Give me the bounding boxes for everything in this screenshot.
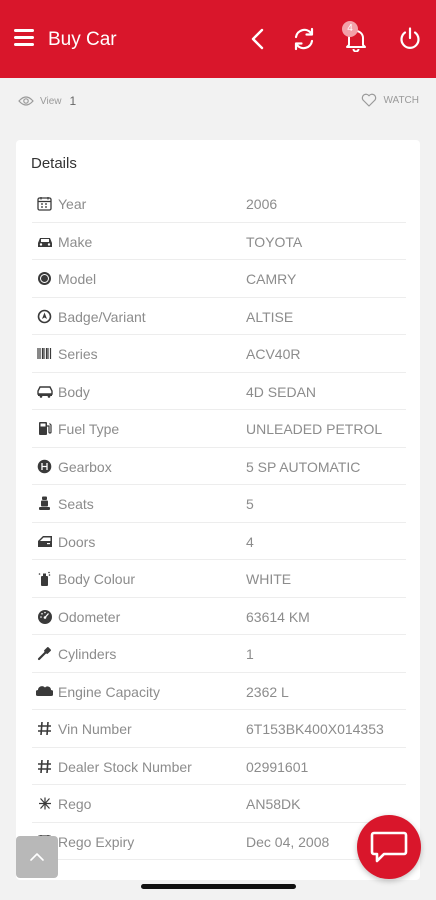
home-indicator[interactable] [141, 884, 296, 889]
eye-icon [18, 96, 34, 106]
detail-value: TOYOTA [246, 233, 303, 250]
detail-label: Series [58, 346, 98, 362]
detail-row-rego-expiry: Rego Expiry Dec 04, 2008 [32, 823, 406, 860]
detail-label: Rego Expiry [58, 833, 135, 850]
detail-label: Vin Number [58, 721, 132, 737]
details-heading: Details [31, 155, 77, 172]
detail-row-body-colour: Body Colour WHITE [32, 560, 406, 598]
chat-bubble-icon [370, 831, 408, 863]
paint-spray-icon [36, 570, 53, 587]
detail-label: Make [58, 233, 93, 250]
view-count: 1 [69, 94, 77, 108]
notification-badge: 4 [342, 21, 358, 37]
detail-label: Dealer Stock Number [58, 758, 192, 775]
detail-value: 5 SP AUTOMATIC [246, 458, 361, 475]
detail-row-body: Body 4D SEDAN [32, 373, 406, 410]
detail-value: ALTISE [246, 308, 294, 325]
calendar-icon [36, 195, 53, 212]
detail-value: WHITE [246, 571, 292, 587]
detail-row-cylinders: Cylinders 1 [32, 635, 406, 673]
watch-button[interactable]: WATCH [361, 93, 419, 107]
detail-value: AN58DK [246, 796, 301, 812]
watch-label: WATCH [383, 94, 419, 106]
barcode-icon [36, 345, 53, 362]
fuel-pump-icon [36, 420, 53, 437]
power-icon [400, 27, 420, 49]
detail-row-fuel-type: Fuel Type UNLEADED PETROL [32, 410, 406, 448]
detail-label: Rego [58, 796, 92, 812]
detail-label: Engine Capacity [58, 683, 160, 700]
car-body-icon [36, 383, 53, 400]
detail-value: UNLEADED PETROL [246, 421, 383, 437]
detail-value: 2006 [246, 196, 278, 212]
detail-label: Gearbox [58, 458, 112, 475]
refresh-icon [294, 27, 314, 51]
menu-icon[interactable] [14, 29, 34, 49]
detail-row-engine-capacity: Engine Capacity 2362 L [32, 673, 406, 710]
detail-value: 2362 L [246, 683, 289, 700]
detail-value: Dec 04, 2008 [246, 833, 330, 850]
scroll-to-top-button[interactable] [16, 836, 58, 878]
detail-label: Body [58, 383, 90, 400]
detail-label: Model [58, 271, 97, 287]
detail-row-odometer: Odometer 63614 KM [32, 598, 406, 635]
detail-label: Fuel Type [58, 421, 120, 437]
detail-value: CAMRY [246, 271, 297, 287]
notifications-button[interactable]: 4 [341, 21, 371, 54]
detail-row-model: Model CAMRY [32, 260, 406, 298]
power-button[interactable] [395, 24, 425, 54]
detail-row-year: Year 2006 [32, 185, 406, 223]
detail-label: Badge/Variant [58, 308, 146, 325]
detail-label: Body Colour [58, 571, 136, 587]
detail-row-doors: Doors 4 [32, 523, 406, 560]
detail-label: Seats [58, 496, 94, 512]
detail-row-seats: Seats 5 [32, 485, 406, 523]
car-icon [36, 233, 53, 250]
detail-value: ACV40R [246, 346, 301, 362]
detail-value: 63614 KM [246, 608, 310, 625]
heart-icon [362, 93, 377, 107]
detail-label: Year [58, 196, 87, 212]
gearbox-icon [36, 458, 53, 475]
details-card: Details Year 2006 Make TOYOTA Model CAMR… [16, 140, 420, 880]
chat-button[interactable] [357, 815, 421, 879]
back-button[interactable] [243, 24, 273, 54]
detail-value: 02991601 [246, 758, 309, 775]
badge-variant-icon [36, 308, 53, 325]
chevron-up-icon [30, 853, 44, 861]
detail-row-make: Make TOYOTA [32, 223, 406, 260]
detail-label: Doors [58, 533, 96, 550]
detail-row-rego: Rego AN58DK [32, 785, 406, 823]
detail-row-badge-variant: Badge/Variant ALTISE [32, 298, 406, 335]
seat-icon [36, 495, 53, 512]
odometer-icon [36, 608, 53, 625]
detail-row-gearbox: Gearbox 5 SP AUTOMATIC [32, 448, 406, 485]
detail-label: Cylinders [58, 646, 117, 662]
detail-label: Odometer [58, 608, 121, 625]
detail-row-vin-number: Vin Number 6T153BK400X014353 [32, 710, 406, 748]
hash-icon [36, 720, 53, 737]
detail-value: 6T153BK400X014353 [246, 721, 384, 737]
refresh-button[interactable] [289, 24, 319, 54]
detail-value: 5 [246, 496, 254, 512]
view-counter: View 1 [18, 92, 76, 110]
car-door-icon [36, 533, 53, 550]
model-badge-icon [36, 270, 53, 287]
app-bar: Buy Car 4 [0, 0, 436, 78]
detail-value: 1 [246, 646, 254, 662]
chevron-left-icon [251, 28, 264, 50]
detail-row-series: Series ACV40R [32, 335, 406, 373]
engine-icon [36, 683, 53, 700]
cylinder-icon [36, 645, 53, 662]
rego-icon [36, 795, 53, 812]
view-label: View [40, 95, 62, 107]
hash-icon [36, 758, 53, 775]
detail-value: 4 [246, 533, 254, 550]
detail-row-dealer-stock-number: Dealer Stock Number 02991601 [32, 748, 406, 785]
page-title: Buy Car [48, 29, 117, 50]
detail-value: 4D SEDAN [246, 383, 317, 400]
